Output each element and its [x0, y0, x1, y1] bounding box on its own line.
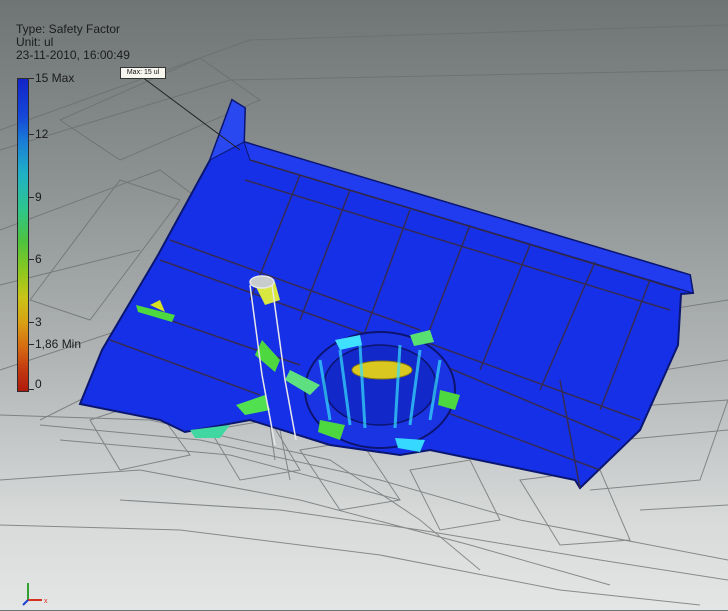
legend-tick-max: 15 Max — [35, 71, 75, 85]
color-legend: 15 Max 12 9 6 3 1,86 Min 0 — [15, 71, 95, 392]
legend-tick-min: 1,86 Min — [35, 337, 82, 351]
max-value-callout[interactable]: Max: 15 ul — [120, 67, 166, 79]
legend-tick-6: 6 — [35, 252, 42, 266]
legend-tick-0: 0 — [35, 377, 42, 391]
fea-model-view[interactable] — [0, 0, 728, 610]
xyz-axis-triad-icon: x — [22, 580, 52, 606]
legend-tick-9: 9 — [35, 190, 42, 204]
max-callout-leader — [141, 76, 241, 151]
svg-text:x: x — [44, 598, 48, 605]
legend-tick-12: 12 — [35, 127, 49, 141]
result-timestamp: 23-11-2010, 16:00:49 — [16, 48, 130, 62]
result-header: Type: Safety Factor Unit: ul 23-11-2010,… — [16, 23, 130, 62]
model-viewport[interactable] — [0, 0, 728, 610]
legend-tick-3: 3 — [35, 315, 42, 329]
